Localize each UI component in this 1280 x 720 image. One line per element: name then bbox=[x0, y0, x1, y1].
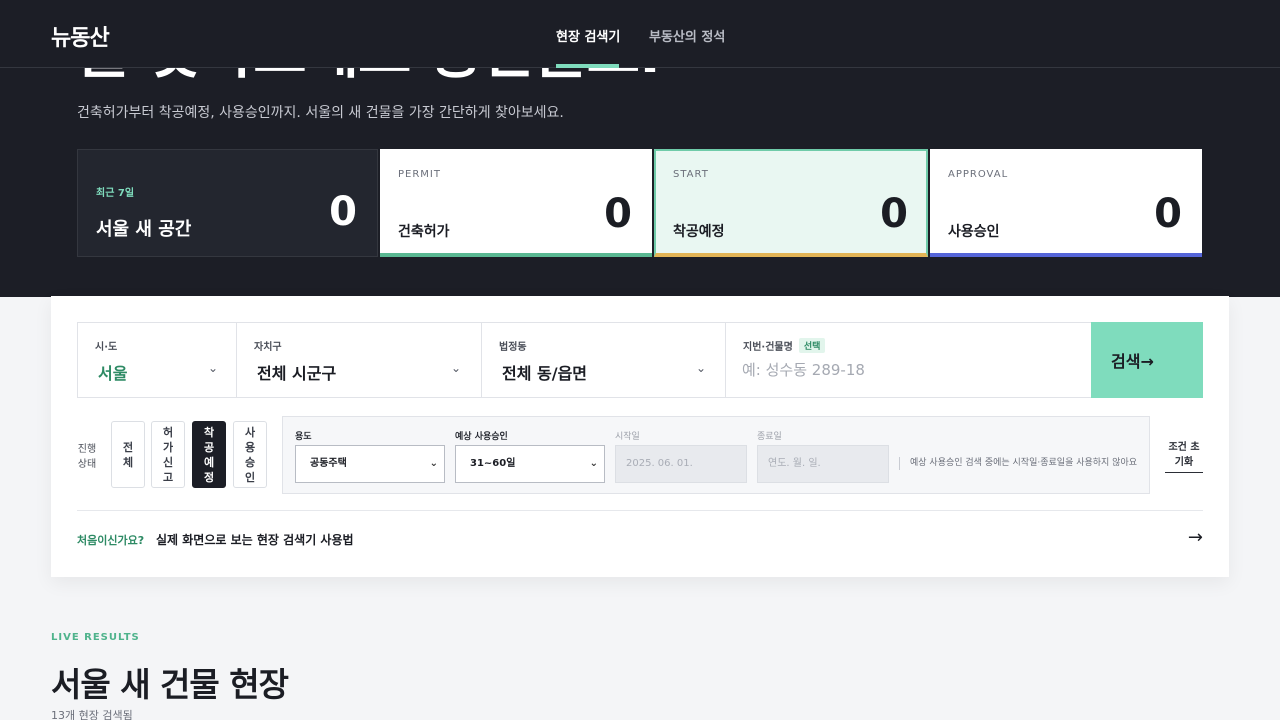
status-approval-button[interactable]: 사용승인 bbox=[233, 421, 267, 488]
nav-active-indicator bbox=[556, 64, 619, 68]
start-card[interactable]: START 착공예정 0 bbox=[654, 149, 928, 257]
start-date-input[interactable]: 2025. 06. 01. bbox=[615, 445, 747, 483]
chevron-down-icon: ⌄ bbox=[696, 361, 707, 375]
status-label: 진행 상태 bbox=[77, 444, 97, 470]
dong-value: 전체 동/읍면 bbox=[502, 364, 588, 383]
search-panel: 시·도 서울 ⌄ 자치구 전체 시군구 ⌄ 법정동 전체 동/읍면 ⌄ 지번·건… bbox=[51, 296, 1229, 577]
filter-note: 예상 사용승인 검색 중에는 시작일·종료일을 사용하지 않아요 bbox=[899, 457, 1137, 470]
results-title: 서울 새 건물 현장 bbox=[51, 665, 289, 704]
status-permit-button[interactable]: 허가신고 bbox=[151, 421, 185, 488]
chevron-down-icon: ⌄ bbox=[429, 458, 438, 469]
summary-card: 최근 7일 서울 새 공간 0 bbox=[77, 149, 378, 257]
permit-count: 0 bbox=[604, 191, 632, 237]
search-button[interactable]: 검색→ bbox=[1091, 322, 1203, 398]
search-row: 시·도 서울 ⌄ 자치구 전체 시군구 ⌄ 법정동 전체 동/읍면 ⌄ 지번·건… bbox=[77, 322, 1203, 398]
sido-label: 시·도 bbox=[95, 342, 118, 353]
dong-label: 법정동 bbox=[499, 342, 527, 353]
nav-link-site-search[interactable]: 현장 검색기 bbox=[556, 26, 620, 45]
permit-title: 건축허가 bbox=[398, 224, 450, 240]
optional-badge: 선택 bbox=[798, 338, 826, 353]
start-en-label: START bbox=[673, 169, 709, 180]
use-select[interactable]: 공동주택 ⌄ bbox=[295, 445, 445, 483]
address-field[interactable]: 지번·건물명 선택 bbox=[726, 323, 1092, 397]
logo[interactable]: 뉴동산 bbox=[51, 20, 110, 52]
reset-filters-button[interactable]: 조건 초기화 bbox=[1165, 440, 1203, 473]
hero-subtitle: 건축허가부터 착공예정, 사용승인까지. 서울의 새 건물을 가장 간단하게 찾… bbox=[77, 105, 564, 121]
address-label: 지번·건물명 선택 bbox=[743, 338, 826, 353]
divider bbox=[77, 510, 1203, 511]
approval-card[interactable]: APPROVAL 사용승인 0 bbox=[930, 149, 1202, 257]
guide-question: 처음이신가요? bbox=[77, 534, 145, 547]
sido-value: 서울 bbox=[98, 364, 128, 383]
end-date-input[interactable]: 연도. 월. 일. bbox=[757, 445, 889, 483]
results-count: 13개 현장 검색됨 bbox=[51, 709, 133, 720]
summary-count: 0 bbox=[329, 189, 357, 235]
approval-title: 사용승인 bbox=[948, 224, 1000, 240]
status-start-button[interactable]: 착공예정 bbox=[192, 421, 226, 488]
gu-select[interactable]: 자치구 전체 시군구 ⌄ bbox=[237, 323, 482, 397]
address-input[interactable] bbox=[742, 359, 1072, 381]
chevron-down-icon: ⌄ bbox=[589, 458, 598, 469]
dong-select[interactable]: 법정동 전체 동/읍면 ⌄ bbox=[482, 323, 726, 397]
results-kicker: LIVE RESULTS bbox=[51, 632, 140, 643]
summary-title: 서울 새 공간 bbox=[96, 219, 192, 240]
guide-text: 실제 화면으로 보는 현장 검색기 사용법 bbox=[156, 533, 354, 547]
gu-label: 자치구 bbox=[254, 342, 282, 353]
chevron-down-icon: ⌄ bbox=[451, 361, 462, 375]
arrow-right-icon: → bbox=[1187, 527, 1203, 548]
start-date-label: 시작일 bbox=[615, 432, 640, 442]
start-count: 0 bbox=[880, 191, 908, 237]
use-label: 용도 bbox=[295, 432, 312, 442]
status-all-button[interactable]: 전체 bbox=[111, 421, 145, 488]
chevron-down-icon: ⌄ bbox=[208, 361, 219, 375]
guide-link[interactable]: 처음이신가요? 실제 화면으로 보는 현장 검색기 사용법 → bbox=[77, 527, 1203, 550]
approval-select[interactable]: 31~60일 ⌄ bbox=[455, 445, 605, 483]
permit-card[interactable]: PERMIT 건축허가 0 bbox=[380, 149, 652, 257]
end-date-label: 종료일 bbox=[757, 432, 782, 442]
approval-en-label: APPROVAL bbox=[948, 169, 1009, 180]
summary-kicker: 최근 7일 bbox=[96, 188, 135, 199]
sido-select[interactable]: 시·도 서울 ⌄ bbox=[78, 323, 237, 397]
top-nav: 뉴동산 현장 검색기 부동산의 정석 bbox=[0, 0, 1280, 68]
filter-box: 용도 공동주택 ⌄ 예상 사용승인 31~60일 ⌄ 시작일 2025. 06.… bbox=[282, 416, 1150, 494]
approval-label: 예상 사용승인 bbox=[455, 432, 508, 442]
approval-count: 0 bbox=[1154, 191, 1182, 237]
nav-link-real-estate-guide[interactable]: 부동산의 정석 bbox=[649, 26, 725, 45]
gu-value: 전체 시군구 bbox=[257, 364, 337, 383]
start-title: 착공예정 bbox=[673, 224, 725, 240]
permit-en-label: PERMIT bbox=[398, 169, 441, 180]
